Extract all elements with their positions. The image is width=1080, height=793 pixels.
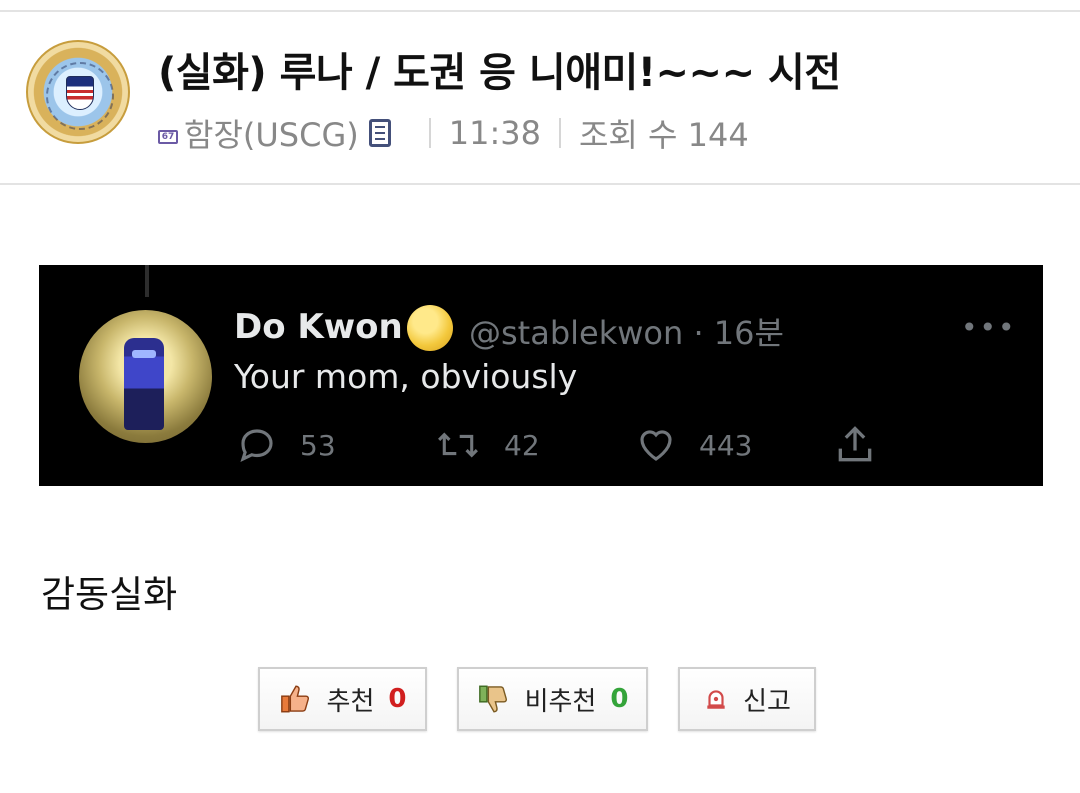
post-title: (실화) 루나 / 도권 응 니애미!~~~ 시전	[158, 50, 841, 96]
author-name[interactable]: 함장(USCG)	[184, 110, 359, 156]
like-action: 443	[635, 423, 752, 467]
meta-separator	[428, 118, 431, 148]
tweet-text: Your mom, obviously	[234, 357, 578, 396]
not-recommend-count: 0	[610, 684, 629, 714]
post-body: 감동실화	[41, 573, 178, 616]
robot-visor	[132, 350, 156, 358]
report-label: 신고	[743, 686, 791, 717]
shield-emblem	[66, 76, 94, 110]
retweet-action: 42	[434, 423, 540, 467]
share-icon	[838, 426, 872, 462]
more-options-icon: •••	[961, 311, 1017, 344]
top-divider	[0, 10, 1080, 12]
tweet-avatar	[79, 310, 212, 443]
not-recommend-button[interactable]: 비추천 0	[457, 667, 648, 731]
reply-action: 53	[236, 423, 336, 467]
thumbs-up-icon	[280, 685, 309, 713]
level-badge-icon: 67	[158, 130, 178, 144]
retweet-icon	[438, 432, 478, 458]
coast-guard-seal-icon[interactable]	[26, 40, 130, 144]
thread-line	[145, 265, 149, 297]
reply-count: 53	[300, 428, 336, 462]
recommend-count: 0	[388, 684, 407, 714]
meta-separator	[558, 118, 561, 148]
tweet-screenshot: Do Kwon @stablekwon · 16분 ••• Your mom, …	[39, 265, 1043, 486]
report-button[interactable]: 신고	[678, 667, 816, 731]
like-count: 443	[699, 428, 753, 462]
tweet-author-name: Do Kwon	[234, 307, 403, 347]
reply-icon	[240, 429, 273, 462]
view-count: 조회 수 144	[578, 116, 749, 154]
siren-icon	[707, 690, 725, 709]
moon-emoji-icon	[407, 305, 453, 351]
recommend-label: 추천	[326, 686, 375, 717]
header-divider	[0, 183, 1080, 185]
not-recommend-label: 비추천	[524, 686, 597, 717]
thumbs-down-icon	[478, 685, 507, 713]
retweet-count: 42	[504, 428, 540, 462]
document-icon[interactable]	[368, 119, 391, 147]
heart-icon	[640, 430, 672, 461]
recommend-button[interactable]: 추천 0	[258, 667, 427, 731]
tweet-handle: @stablekwon · 16분	[469, 314, 784, 352]
post-meta: 67 함장(USCG) 11:38 조회 수 144	[158, 110, 749, 156]
share-action	[833, 423, 899, 467]
post-time: 11:38	[448, 114, 541, 152]
